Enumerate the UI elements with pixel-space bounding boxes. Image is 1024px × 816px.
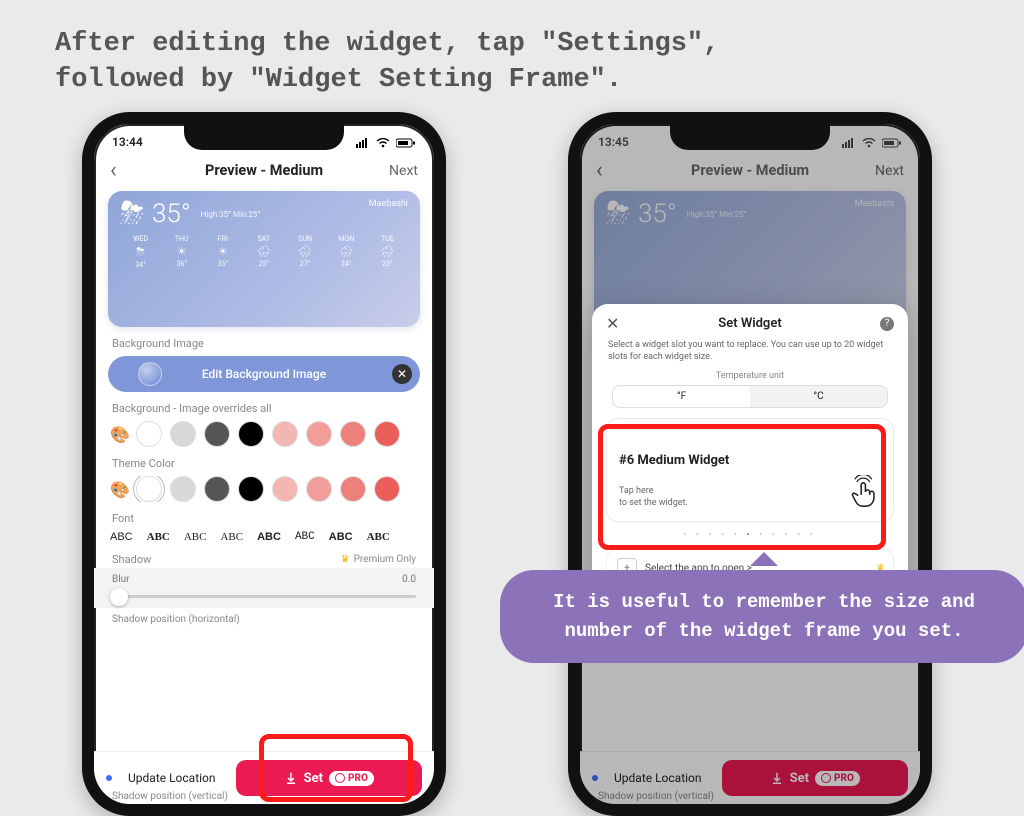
edit-bg-label: Edit Background Image bbox=[202, 367, 326, 381]
color-swatch[interactable] bbox=[204, 476, 230, 502]
font-option[interactable]: ABC bbox=[257, 531, 281, 543]
statusbar-icons bbox=[353, 135, 416, 149]
notch bbox=[670, 124, 830, 150]
color-swatch[interactable] bbox=[170, 476, 196, 502]
color-swatch[interactable] bbox=[238, 476, 264, 502]
tap-gesture-icon bbox=[847, 475, 881, 509]
color-swatch[interactable] bbox=[306, 476, 332, 502]
color-swatch[interactable] bbox=[272, 476, 298, 502]
temp-unit-segment[interactable]: °F °C bbox=[612, 385, 888, 408]
weather-highlow: High:35° Min:25° bbox=[201, 210, 261, 219]
set-icon bbox=[284, 771, 298, 785]
color-swatch[interactable] bbox=[136, 421, 162, 447]
theme-color-row: 🎨 bbox=[110, 476, 418, 502]
weather-temp: 35° bbox=[152, 199, 191, 229]
blur-value: 0.0 bbox=[402, 574, 416, 585]
color-swatch[interactable] bbox=[374, 476, 400, 502]
pro-badge: PRO bbox=[329, 771, 374, 786]
section-bg-override: Background - Image overrides all bbox=[112, 402, 416, 415]
font-option[interactable]: ABC bbox=[295, 531, 315, 543]
phone-left: 13:44 ‹ Preview - Medium Next Maebashi ⛈… bbox=[82, 112, 446, 816]
color-swatch[interactable] bbox=[340, 476, 366, 502]
widget-slot-card[interactable]: #6 Medium Widget Tap here to set the wid… bbox=[606, 418, 894, 522]
edit-bg-image-button[interactable]: Edit Background Image ✕ bbox=[108, 356, 420, 392]
crown-icon: ♛ bbox=[341, 554, 350, 565]
back-button[interactable]: ‹ bbox=[110, 158, 150, 183]
font-option[interactable]: ABC bbox=[329, 531, 353, 543]
font-option[interactable]: ABC bbox=[110, 531, 133, 543]
instruction-line1: After editing the widget, tap "Settings"… bbox=[55, 29, 719, 59]
page-title: Preview - Medium bbox=[205, 162, 323, 179]
blur-slider-thumb[interactable] bbox=[110, 588, 128, 606]
font-row: ABC ABC ABC ABC ABC ABC ABC ABC bbox=[110, 531, 418, 543]
color-swatch[interactable] bbox=[272, 421, 298, 447]
slot-tap1: Tap here bbox=[619, 486, 654, 496]
forecast-day: WED⛈34° bbox=[120, 235, 161, 269]
sheet-help-icon[interactable]: ? bbox=[880, 317, 894, 331]
signal-icon bbox=[356, 138, 370, 148]
color-swatch[interactable] bbox=[374, 421, 400, 447]
section-shadow: Shadow bbox=[112, 553, 151, 566]
battery-icon bbox=[396, 138, 416, 148]
sheet-close-button[interactable]: ✕ bbox=[606, 314, 619, 333]
sheet-desc: Select a widget slot you want to replace… bbox=[606, 339, 894, 371]
update-location-button[interactable]: Update Location bbox=[118, 763, 226, 793]
clear-bg-icon[interactable]: ✕ bbox=[392, 364, 412, 384]
font-option[interactable]: ABC bbox=[220, 531, 243, 543]
forecast-day: TUE🌧23° bbox=[367, 235, 408, 269]
tip-text: It is useful to remember the size and nu… bbox=[553, 591, 975, 642]
set-button[interactable]: Set PRO bbox=[236, 760, 422, 796]
section-bg-image: Background Image bbox=[112, 337, 416, 350]
temp-unit-label: Temperature unit bbox=[606, 371, 894, 381]
instruction-line2: followed by "Widget Setting Frame". bbox=[55, 65, 622, 95]
blur-slider[interactable] bbox=[112, 595, 416, 598]
section-font: Font bbox=[112, 512, 416, 525]
statusbar-time: 13:44 bbox=[112, 135, 143, 149]
palette-icon: 🎨 bbox=[110, 480, 128, 499]
forecast-day: SUN🌧27° bbox=[285, 235, 326, 269]
forecast-day: FRI☀35° bbox=[202, 235, 243, 269]
slot-tap2: to set the widget. bbox=[619, 498, 688, 508]
bg-color-row: 🎨 bbox=[110, 421, 418, 447]
slot-pager: • • • • • • • • • • • bbox=[606, 530, 894, 539]
weather-city: Maebashi bbox=[369, 199, 408, 209]
color-swatch[interactable] bbox=[340, 421, 366, 447]
color-swatch[interactable] bbox=[136, 476, 162, 502]
nav-header: ‹ Preview - Medium Next bbox=[94, 156, 434, 187]
wifi-icon bbox=[376, 138, 390, 148]
forecast-day: THU☀36° bbox=[161, 235, 202, 269]
color-swatch[interactable] bbox=[170, 421, 196, 447]
forecast-day: MON🌧24° bbox=[326, 235, 367, 269]
color-swatch[interactable] bbox=[306, 421, 332, 447]
location-dot-icon bbox=[106, 775, 112, 781]
weather-preview-card: Maebashi ⛈ 35° High:35° Min:25° WED⛈34°T… bbox=[108, 191, 420, 327]
instruction-text: After editing the widget, tap "Settings"… bbox=[55, 26, 969, 99]
color-swatch[interactable] bbox=[238, 421, 264, 447]
slot-name: #6 Medium Widget bbox=[619, 453, 729, 468]
forecast-day: SAT🌧25° bbox=[243, 235, 284, 269]
blur-label: Blur bbox=[112, 574, 130, 585]
blur-section: Blur 0.0 bbox=[94, 568, 434, 608]
weather-forecast: WED⛈34°THU☀36°FRI☀35°SAT🌧25°SUN🌧27°MON🌧2… bbox=[120, 235, 408, 269]
next-button[interactable]: Next bbox=[378, 163, 418, 179]
set-label: Set bbox=[304, 771, 323, 786]
font-option[interactable]: ABC bbox=[184, 531, 207, 543]
seg-f[interactable]: °F bbox=[613, 386, 750, 407]
font-option[interactable]: ABC bbox=[367, 531, 390, 543]
premium-badge: ♛ Premium Only bbox=[341, 554, 416, 565]
color-swatch[interactable] bbox=[204, 421, 230, 447]
font-option[interactable]: ABC bbox=[147, 531, 170, 543]
bg-thumb-icon bbox=[138, 362, 162, 386]
section-theme: Theme Color bbox=[112, 457, 416, 470]
premium-label: Premium Only bbox=[354, 554, 416, 565]
weather-icon: ⛈ bbox=[120, 199, 144, 229]
tip-callout: It is useful to remember the size and nu… bbox=[500, 570, 1024, 663]
notch bbox=[184, 124, 344, 150]
palette-icon: 🎨 bbox=[110, 425, 128, 444]
seg-c[interactable]: °C bbox=[750, 386, 887, 407]
shadow-v-label: Shadow position (vertical) bbox=[112, 791, 228, 802]
phone-right: 13:45 ‹ Preview - Medium Next Maebashi ⛈… bbox=[568, 112, 932, 816]
shadow-h-label: Shadow position (horizontal) bbox=[112, 614, 416, 625]
sheet-title: Set Widget bbox=[718, 316, 781, 331]
